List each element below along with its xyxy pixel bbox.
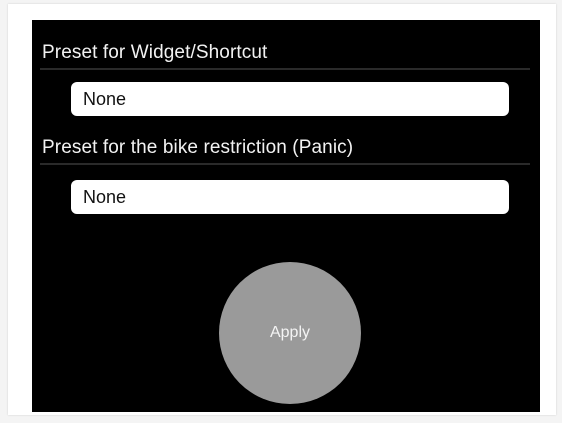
panic-preset-select[interactable]: None: [71, 180, 509, 214]
screenshot-frame: Preset for Widget/Shortcut None Preset f…: [8, 4, 556, 415]
panic-preset-label: Preset for the bike restriction (Panic): [42, 137, 354, 158]
settings-panel: Preset for Widget/Shortcut None Preset f…: [32, 20, 540, 412]
divider: [40, 163, 530, 165]
widget-preset-label: Preset for Widget/Shortcut: [42, 42, 268, 63]
divider: [40, 68, 530, 70]
widget-preset-select[interactable]: None: [71, 82, 509, 116]
apply-button[interactable]: Apply: [219, 262, 361, 404]
